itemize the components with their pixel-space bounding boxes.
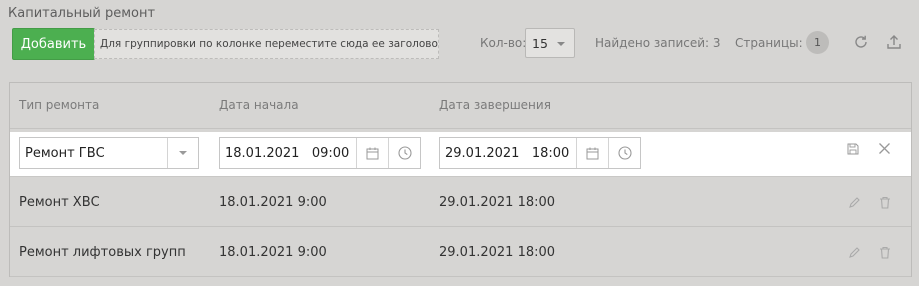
- count-label: Кол-во:: [480, 36, 527, 50]
- repairs-grid: Тип ремонта Дата начала Дата завершения …: [9, 82, 912, 277]
- start-datetime-input[interactable]: 18.01.2021 09:00: [219, 137, 421, 169]
- chevron-down-icon: [179, 151, 187, 155]
- refresh-icon[interactable]: [852, 33, 870, 51]
- column-header-end[interactable]: Дата завершения: [439, 98, 551, 112]
- pages-label: Страницы:: [735, 36, 803, 50]
- save-icon[interactable]: [845, 141, 861, 157]
- end-datetime-input[interactable]: 29.01.2021 18:00: [439, 137, 641, 169]
- page-size-value: 15: [532, 35, 548, 51]
- page-title: Капитальный ремонт: [8, 6, 156, 21]
- cell-start: 18.01.2021 9:00: [219, 245, 327, 260]
- page-size-select[interactable]: 15: [525, 28, 575, 58]
- repair-type-select[interactable]: Ремонт ГВС: [19, 137, 199, 169]
- table-row[interactable]: Ремонт ХВС 18.01.2021 9:00 29.01.2021 18…: [10, 178, 911, 227]
- pencil-icon[interactable]: [846, 244, 862, 260]
- grid-header: Тип ремонта Дата начала Дата завершения: [10, 83, 911, 129]
- cell-type: Ремонт ХВС: [19, 195, 100, 210]
- clock-icon[interactable]: [608, 138, 640, 168]
- group-hint-text: Для группировки по колонке переместите с…: [100, 38, 439, 50]
- end-datetime-value: 29.01.2021 18:00: [445, 145, 570, 161]
- cell-start: 18.01.2021 9:00: [219, 195, 327, 210]
- calendar-icon[interactable]: [576, 138, 608, 168]
- column-header-start[interactable]: Дата начала: [219, 98, 299, 112]
- table-row[interactable]: Ремонт лифтовых групп 18.01.2021 9:00 29…: [10, 228, 911, 277]
- clock-icon[interactable]: [388, 138, 420, 168]
- trash-icon[interactable]: [877, 194, 893, 210]
- select-divider: [167, 138, 168, 168]
- column-header-type[interactable]: Тип ремонта: [19, 98, 99, 112]
- calendar-icon[interactable]: [356, 138, 388, 168]
- records-found: Найдено записей: 3: [595, 36, 721, 50]
- close-icon[interactable]: [876, 140, 892, 156]
- start-datetime-value: 18.01.2021 09:00: [225, 145, 350, 161]
- upload-icon[interactable]: [885, 33, 903, 51]
- page-button-1[interactable]: 1: [806, 31, 829, 54]
- chevron-down-icon: [557, 42, 565, 46]
- group-drop-zone[interactable]: Для группировки по колонке переместите с…: [94, 29, 439, 59]
- cell-type: Ремонт лифтовых групп: [19, 245, 186, 260]
- add-button[interactable]: Добавить: [12, 28, 95, 60]
- cell-end: 29.01.2021 18:00: [439, 245, 556, 260]
- pencil-icon[interactable]: [846, 194, 862, 210]
- cell-end: 29.01.2021 18:00: [439, 195, 556, 210]
- trash-icon[interactable]: [877, 244, 893, 260]
- repair-type-value: Ремонт ГВС: [25, 145, 105, 161]
- edit-row: Ремонт ГВС 18.01.2021 09:00 29.01.2021 1…: [10, 132, 911, 177]
